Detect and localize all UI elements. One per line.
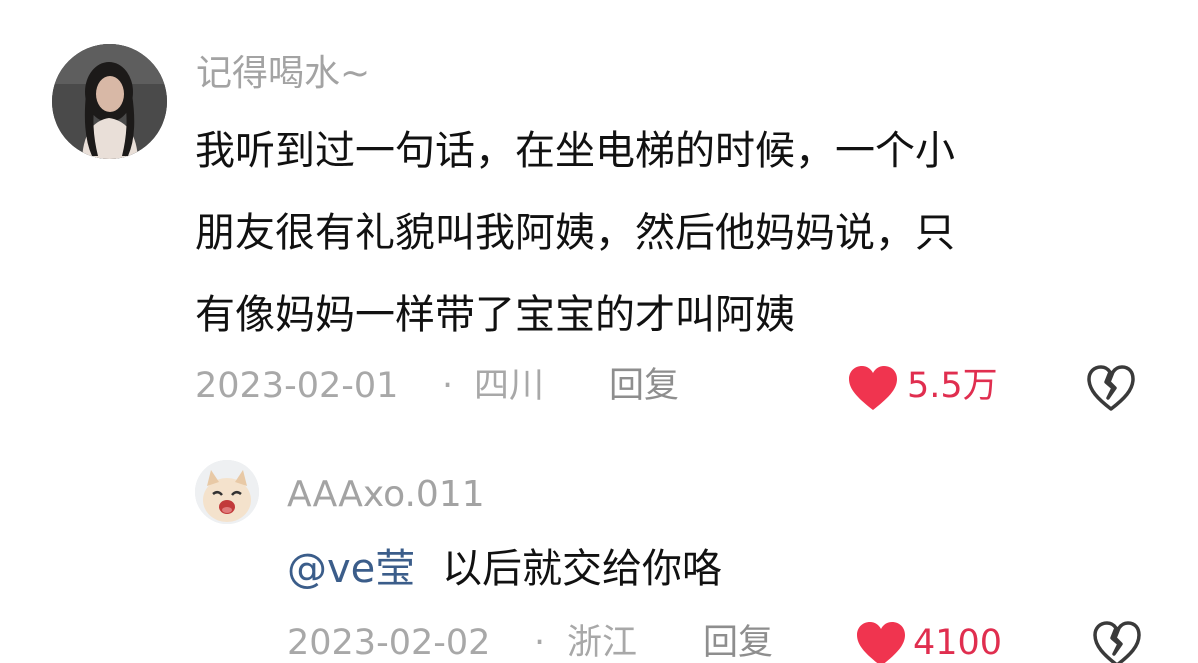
reply-date: 2023-02-02 bbox=[287, 623, 491, 663]
comment-username[interactable]: 记得喝水~ bbox=[196, 56, 370, 92]
reply-username[interactable]: AAAxo.011 bbox=[287, 477, 485, 513]
broken-heart-icon[interactable] bbox=[1086, 364, 1136, 412]
heart-icon[interactable] bbox=[855, 620, 907, 663]
reply-like-count: 4100 bbox=[913, 623, 1003, 663]
close-icon[interactable] bbox=[1098, 0, 1138, 6]
comment-date: 2023-02-01 bbox=[195, 366, 399, 406]
like-count: 5.5万 bbox=[907, 366, 998, 406]
avatar[interactable] bbox=[52, 44, 167, 159]
meta-separator: · bbox=[442, 366, 454, 406]
reply-text-body: 以后就交给你咯 bbox=[442, 546, 722, 592]
comment-location: 四川 bbox=[474, 366, 545, 406]
comment-text-line-1: 我听到过一句话，在坐电梯的时候，一个小 bbox=[195, 128, 955, 174]
reply-reply-button[interactable]: 回复 bbox=[703, 626, 773, 661]
reply-button[interactable]: 回复 bbox=[609, 369, 679, 404]
reply-avatar[interactable] bbox=[195, 460, 259, 524]
mention-link[interactable]: @ve莹 bbox=[287, 546, 415, 592]
reply-meta-separator: · bbox=[534, 623, 546, 663]
comment-text-line-2: 朋友很有礼貌叫我阿姨，然后他妈妈说，只 bbox=[195, 210, 955, 256]
reply-text: @ve莹 以后就交给你咯 bbox=[287, 549, 722, 589]
comment-text-line-3: 有像妈妈一样带了宝宝的才叫阿姨 bbox=[195, 292, 795, 338]
reply-location: 浙江 bbox=[567, 623, 638, 663]
heart-icon[interactable] bbox=[847, 364, 899, 412]
broken-heart-icon[interactable] bbox=[1092, 620, 1142, 663]
